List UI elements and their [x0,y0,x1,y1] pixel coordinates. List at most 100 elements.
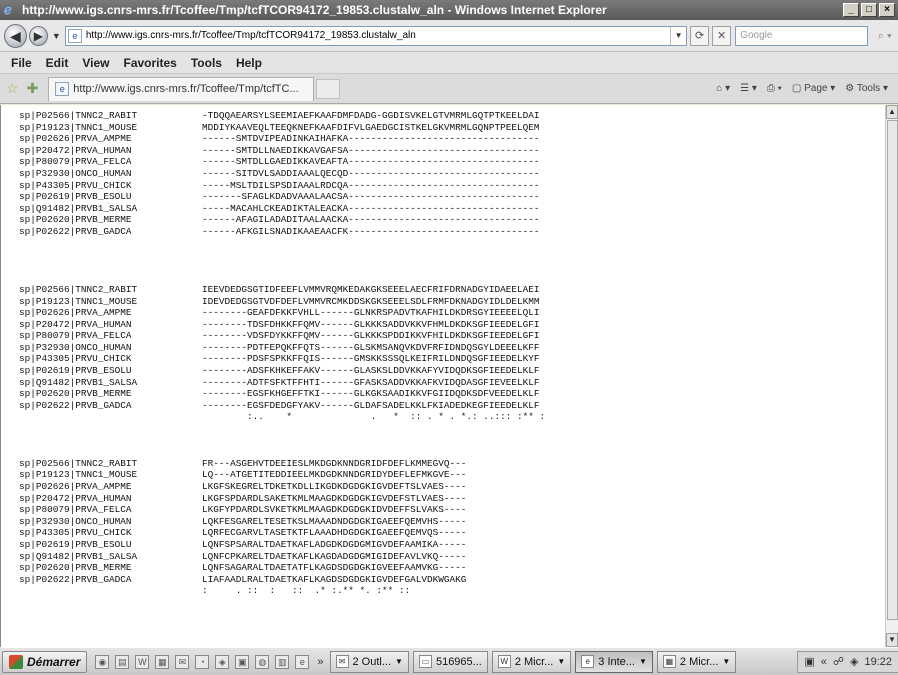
minimize-button[interactable]: _ [843,3,859,17]
search-input[interactable]: Google [735,25,869,46]
close-button[interactable]: × [879,3,895,17]
quick-launch-icon[interactable]: ◔ [195,654,210,669]
menu-tools[interactable]: Tools [184,56,229,70]
favorites-star-icon[interactable]: ☆ [6,80,19,97]
feeds-icon[interactable]: ☰ ▾ [740,83,757,94]
alignment-row: sp|P02626|PRVA_AMPME LKGFSKEGRELTDKETKDLL… [19,481,545,493]
consensus-row: :.. * . * :: . * . *.: ..::: :** : [19,411,545,423]
quick-launch: ◉ ▤ W ▦ ✉ ◔ ◈ ▣ ◍ ▥ e [95,654,310,669]
sequence-name: sp|P32930|ONCO_HUMAN [19,167,132,179]
clustalw-alignment: sp|P02566|TNNC2_RABIT -TDQQAEARSYLSEEMIAE… [19,110,545,597]
start-button[interactable]: Démarrer [2,650,88,673]
sequence-residues: LIAFAADLRALTDAETKAFLKAGDSDGDGKIGVDEFGALV… [202,573,467,585]
refresh-icon[interactable]: ⟳ [690,25,710,46]
sequence-residues: --------GEAFDFKKFVHLL------GLNKRSPADVTKA… [202,307,540,319]
page-menu[interactable]: ▢ Page ▾ [792,83,835,94]
sequence-name: sp|P43305|PRVU_CHICK [19,527,132,539]
chevron-down-icon: ▼ [722,657,731,666]
sequence-name: sp|P02620|PRVB_MERME [19,562,132,574]
history-dropdown-icon[interactable]: ▼ [52,31,61,41]
sequence-residues: LQNFSAGARALTDAETATFLKAGDSDGDGKIGVEEFAAMV… [202,562,467,574]
sequence-name: sp|P19123|TNNC1_MOUSE [19,121,138,133]
add-favorite-icon[interactable]: ✚ [27,80,39,97]
quick-launch-icon[interactable]: ◈ [215,654,230,669]
menu-help[interactable]: Help [229,56,269,70]
taskbar-button-label: 2 Outl... [352,655,392,668]
quick-launch-icon[interactable]: ▦ [155,654,170,669]
outlook-icon: ✉ [335,655,349,668]
back-button[interactable]: ◀ [4,23,27,48]
alignment-row: sp|P02622|PRVB_GADCA --------EGSFDEDGFYAK… [19,400,545,412]
sequence-name: sp|P80079|PRVA_FELCA [19,330,132,342]
new-tab-button[interactable] [316,78,341,99]
scroll-thumb[interactable] [887,120,898,620]
alignment-row: sp|P20472|PRVA_HUMAN LKGFSPDARDLSAKETKMLM… [19,493,545,505]
command-bar: ⌂ ▾ ☰ ▾ ⎙ ▾ ▢ Page ▾ ⚙ Tools ▾ [716,83,898,94]
alignment-row: sp|P32930|ONCO_HUMAN ------SITDVLSADDIAAA… [19,168,545,180]
quick-launch-icon[interactable]: ▥ [275,654,290,669]
stop-icon[interactable]: ✕ [712,25,732,46]
taskbar-button-label: 516965... [435,655,482,668]
quick-launch-icon[interactable]: W [135,654,150,669]
taskbar-button-excel[interactable]: ▦ 2 Micr... ▼ [656,650,737,673]
consensus-symbols: :.. * . * :: . * . *.: ..::: :** : [202,411,546,423]
system-tray: ▣ « ☍ ◈ 19:22 [797,650,898,673]
alignment-row: sp|P02566|TNNC2_RABIT IEEVDEDGSGTIDFEEFLV… [19,284,545,296]
alignment-row: sp|P19123|TNNC1_MOUSE LQ---ATGETITEDDIEEL… [19,469,545,481]
tray-volume-icon[interactable]: ◈ [850,655,858,668]
taskbar-button-label: 3 Inte... [598,655,635,668]
forward-button[interactable]: ▶ [28,25,48,46]
tray-app-icon[interactable]: ▣ [804,655,814,668]
word-icon: W [497,655,511,668]
taskbar-button-word[interactable]: W 2 Micr... ▼ [491,650,572,673]
scroll-down-icon[interactable]: ▼ [886,633,898,647]
quick-launch-icon[interactable]: ✉ [175,654,190,669]
alignment-row: sp|P20472|PRVA_HUMAN --------TDSFDHKKFFQM… [19,319,545,331]
alignment-row: sp|P80079|PRVA_FELCA LKGFYPDARDLSVKETKMLM… [19,504,545,516]
alignment-row: sp|P02566|TNNC2_RABIT -TDQQAEARSYLSEEMIAE… [19,110,545,122]
taskbar-button-outlook[interactable]: ✉ 2 Outl... ▼ [329,650,409,673]
sequence-name: sp|P19123|TNNC1_MOUSE [19,469,138,481]
taskbar-button-ie[interactable]: e 3 Inte... ▼ [575,650,653,673]
tab-page-icon: e [55,82,70,96]
address-url[interactable]: http://www.igs.cnrs-mrs.fr/Tcoffee/Tmp/t… [86,30,670,41]
maximize-button[interactable]: □ [861,3,877,17]
taskbar-button-folder[interactable]: ▭ 516965... [412,650,488,673]
print-icon[interactable]: ⎙ ▾ [767,83,782,94]
sequence-name: sp|P02620|PRVB_MERME [19,214,132,226]
folder-icon: ▭ [418,655,432,668]
tab-current[interactable]: e http://www.igs.cnrs-mrs.fr/Tcoffee/Tmp… [48,76,315,101]
alignment-row: sp|P43305|PRVU_CHICK --------PDSFSPKKFFQI… [19,353,545,365]
sequence-name: sp|P02566|TNNC2_RABIT [19,283,138,295]
tray-network-icon[interactable]: ☍ [833,655,844,668]
quick-launch-icon[interactable]: ▣ [235,654,250,669]
quick-launch-icon[interactable]: ◍ [255,654,270,669]
vertical-scrollbar[interactable]: ▲ ▼ [885,105,898,647]
alignment-row: sp|P02620|PRVB_MERME ------AFAGILADADITAA… [19,214,545,226]
menu-view[interactable]: View [75,56,116,70]
menu-favorites[interactable]: Favorites [116,56,183,70]
sequence-residues: ------SMTDVIPEADINKAIHAFKA--------------… [202,133,540,145]
address-bar[interactable]: e http://www.igs.cnrs-mrs.fr/Tcoffee/Tmp… [64,25,688,46]
sequence-name: sp|P02622|PRVB_GADCA [19,225,132,237]
taskbar-chevron[interactable]: » [317,656,323,668]
tray-expand-icon[interactable]: « [821,656,827,668]
sequence-name: sp|P20472|PRVA_HUMAN [19,144,132,156]
sequence-residues: --------EGSFKHGEFFTKI------GLKGKSAADIKKV… [202,388,540,400]
search-go-icon[interactable]: ⌕ ▾ [871,26,898,46]
menu-edit[interactable]: Edit [39,56,76,70]
quick-launch-icon[interactable]: ◉ [95,654,110,669]
address-dropdown-icon[interactable]: ▼ [670,26,686,45]
clock[interactable]: 19:22 [864,656,892,668]
sequence-name: sp|P32930|ONCO_HUMAN [19,515,132,527]
tools-menu[interactable]: ⚙ Tools ▾ [845,83,888,94]
sequence-residues: -----MACAHLCKEADIKTALEACKA--------------… [202,202,540,214]
chevron-down-icon: ▼ [395,657,403,666]
quick-launch-icon[interactable]: ▤ [115,654,130,669]
home-icon[interactable]: ⌂ ▾ [716,83,730,94]
menu-file[interactable]: File [4,56,39,70]
sequence-name: sp|P32930|ONCO_HUMAN [19,341,132,353]
quick-launch-icon[interactable]: e [295,654,310,669]
scroll-up-icon[interactable]: ▲ [886,105,898,119]
